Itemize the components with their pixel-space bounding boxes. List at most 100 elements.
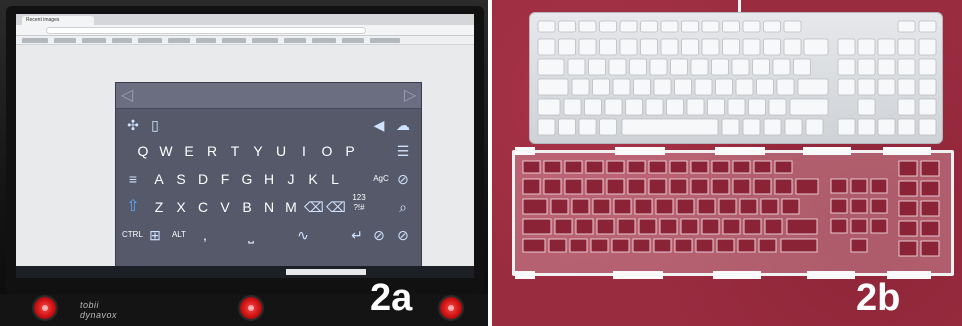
enter-icon[interactable]: ↵	[348, 225, 366, 245]
key-o[interactable]: O	[318, 141, 336, 161]
keycap	[707, 98, 725, 116]
keycap	[619, 20, 638, 33]
settings-sliders-icon[interactable]: ≡	[124, 169, 142, 189]
keyguard-hole	[571, 198, 590, 215]
keycap	[918, 78, 937, 96]
key-f[interactable]: F	[216, 169, 234, 189]
key-z[interactable]: Z	[150, 197, 168, 217]
keycap	[711, 58, 729, 76]
bookmark-item[interactable]	[312, 38, 336, 43]
bookmark-item[interactable]	[168, 38, 190, 43]
taskbar-search-field[interactable]	[286, 269, 366, 275]
keyguard-hole	[718, 198, 737, 215]
key-u[interactable]: U	[272, 141, 290, 161]
keycap	[633, 78, 651, 96]
key-i[interactable]: I	[295, 141, 313, 161]
move-icon[interactable]: ✣	[124, 115, 142, 135]
keyguard-hole	[676, 198, 695, 215]
comma-key[interactable]: ,	[196, 225, 214, 245]
keyguard-hole	[550, 198, 569, 215]
key-m[interactable]: M	[282, 197, 300, 217]
grid-icon[interactable]: ⊞	[146, 225, 164, 245]
key-p[interactable]: P	[341, 141, 359, 161]
keyguard-hole	[701, 218, 720, 235]
key-t[interactable]: T	[226, 141, 244, 161]
key-v[interactable]: V	[216, 197, 234, 217]
keycap	[789, 98, 829, 116]
alt-key[interactable]: ALT	[170, 225, 188, 245]
keycap	[640, 20, 658, 33]
key-j[interactable]: J	[282, 169, 300, 189]
delete-word-icon[interactable]: ⌫	[326, 197, 346, 217]
key-k[interactable]: K	[304, 169, 322, 189]
browser-tab[interactable]: Recent images	[22, 16, 94, 25]
key-c[interactable]: C	[194, 197, 212, 217]
bookmark-item[interactable]	[284, 38, 306, 43]
bookmark-item[interactable]	[252, 38, 278, 43]
keycap	[629, 58, 647, 76]
bookmark-item[interactable]	[54, 38, 76, 43]
keycap	[599, 20, 617, 33]
search-icon[interactable]: ⌕	[394, 197, 412, 217]
photo-panel-2a: Recent images ◁ ▷ ✣ ▯ ◀ ☁ ☰ ≡ AgC ⊘ ⇧ ⌫ …	[0, 0, 488, 326]
backspace-icon[interactable]: ⌫	[304, 197, 324, 217]
key-h[interactable]: H	[260, 169, 278, 189]
keyguard-hole	[632, 238, 651, 253]
red-hardware-button[interactable]	[440, 297, 462, 319]
cloud-icon[interactable]: ☁	[394, 115, 412, 135]
bookmark-item[interactable]	[138, 38, 162, 43]
tape-strip	[515, 147, 535, 155]
menu-icon[interactable]: ☰	[394, 141, 412, 161]
bookmark-item[interactable]	[222, 38, 246, 43]
keycap	[797, 78, 829, 96]
bookmark-item[interactable]	[196, 38, 216, 43]
number-key[interactable]: 123 ?!#	[350, 193, 368, 213]
key-x[interactable]: X	[172, 197, 190, 217]
key-g[interactable]: G	[238, 169, 256, 189]
bookmark-item[interactable]	[82, 38, 106, 43]
key-n[interactable]: N	[260, 197, 278, 217]
key-a[interactable]: A	[150, 169, 168, 189]
keycap	[877, 38, 896, 56]
shift-icon[interactable]: ⇧	[124, 197, 142, 217]
key-e[interactable]: E	[180, 141, 198, 161]
document-icon[interactable]: ▯	[146, 115, 164, 135]
key-l[interactable]: L	[326, 169, 344, 189]
keyguard-hole	[617, 218, 636, 235]
key-s[interactable]: S	[172, 169, 190, 189]
bookmark-item[interactable]	[370, 38, 400, 43]
keycap	[660, 38, 679, 56]
keycap	[537, 38, 556, 56]
left-click-icon[interactable]: ⊘	[370, 225, 388, 245]
keyguard-hole	[592, 198, 611, 215]
key-r[interactable]: R	[203, 141, 221, 161]
case-key[interactable]: AgC	[372, 169, 390, 189]
right-arrow-icon[interactable]: ▷	[402, 87, 418, 105]
keyguard-hole	[543, 178, 562, 195]
bookmark-item[interactable]	[22, 38, 48, 43]
key-w[interactable]: W	[157, 141, 175, 161]
key-q[interactable]: Q	[134, 141, 152, 161]
bookmark-item[interactable]	[112, 38, 132, 43]
spacebar-key[interactable]: ⎵	[234, 225, 268, 245]
speaker-icon[interactable]: ◀	[370, 115, 388, 135]
swipe-icon[interactable]: ∿	[294, 225, 312, 245]
key-y[interactable]: Y	[249, 141, 267, 161]
red-hardware-button[interactable]	[240, 297, 262, 319]
left-arrow-icon[interactable]: ◁	[119, 87, 135, 105]
key-d[interactable]: D	[194, 169, 212, 189]
keycap	[558, 20, 576, 33]
red-hardware-button[interactable]	[34, 297, 56, 319]
keycap	[897, 98, 916, 116]
keycap	[690, 58, 709, 76]
keycap	[578, 38, 597, 56]
keycap	[756, 78, 774, 96]
keycap	[670, 58, 688, 76]
url-field[interactable]	[46, 27, 366, 34]
key-b[interactable]: B	[238, 197, 256, 217]
bookmark-item[interactable]	[342, 38, 364, 43]
photo-panel-2b: 2b	[492, 0, 962, 326]
mouse-icon[interactable]: ⊘	[394, 169, 412, 189]
ctrl-key[interactable]: CTRL	[122, 225, 143, 245]
right-click-icon[interactable]: ⊘	[394, 225, 412, 245]
